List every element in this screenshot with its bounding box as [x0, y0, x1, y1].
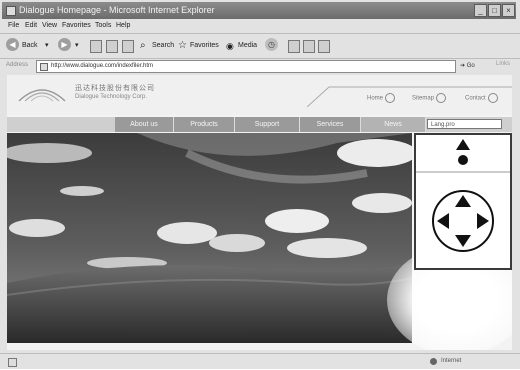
company-name-cn: 迅达科技股份有限公司 — [75, 85, 155, 92]
close-button[interactable]: × — [502, 4, 515, 17]
status-bar: Internet — [0, 353, 520, 370]
sitemap-ring-icon — [436, 93, 447, 103]
dot-icon[interactable] — [458, 155, 468, 165]
internet-globe-icon — [430, 358, 437, 365]
page-status-icon — [8, 358, 17, 367]
nav-about-us[interactable]: About us — [115, 117, 174, 132]
stop-icon[interactable] — [90, 40, 102, 53]
security-zone: Internet — [441, 358, 462, 364]
menu-help[interactable]: Help — [116, 19, 130, 33]
ptz-control-panel — [414, 133, 512, 270]
ptz-controls — [416, 139, 510, 252]
history-icon[interactable]: ◷ — [265, 38, 278, 51]
search-button[interactable]: Search — [152, 39, 174, 53]
site-nav: About us Products Support Services News … — [7, 117, 512, 132]
toolbar: ◀ Back ▾ ▶ ▾ ⌕ Search ☆ Favorites ◉ Medi… — [0, 33, 520, 59]
company-name-en: Dialogue Technology Corp. — [75, 94, 147, 100]
nav-services[interactable]: Services — [300, 117, 361, 132]
address-bar: Address http://www.dialogue.com/indexfil… — [0, 58, 520, 74]
go-button[interactable]: ➔ Go — [460, 61, 482, 71]
home-link-label: Home — [367, 95, 384, 102]
search-icon[interactable]: ⌕ — [140, 39, 146, 53]
contact-ring-icon — [487, 93, 498, 103]
menu-edit[interactable]: Edit — [25, 19, 37, 33]
edit-icon[interactable] — [318, 40, 330, 53]
menu-tools[interactable]: Tools — [95, 19, 111, 33]
camera-view-image — [7, 133, 412, 343]
company-logo — [18, 89, 66, 102]
home-link[interactable]: Home — [367, 93, 396, 103]
site-header: 迅达科技股份有限公司 Dialogue Technology Corp. Hom… — [7, 75, 512, 115]
mail-icon[interactable] — [288, 40, 300, 53]
contact-link-label: Contact — [465, 95, 486, 102]
print-icon[interactable] — [303, 40, 315, 53]
page-icon — [40, 63, 48, 71]
favorites-button[interactable]: Favorites — [190, 39, 219, 53]
sitemap-link-label: Sitemap — [412, 95, 435, 102]
address-label: Address — [6, 62, 29, 68]
sitemap-link[interactable]: Sitemap — [412, 93, 447, 103]
home-ring-icon — [385, 93, 396, 103]
forward-arrow-icon[interactable]: ▶ — [58, 38, 71, 51]
go-arrow-icon: ➔ — [460, 63, 466, 69]
favorites-star-icon[interactable]: ☆ — [178, 39, 187, 53]
nav-products[interactable]: Products — [174, 117, 235, 132]
ie-icon — [6, 6, 16, 16]
contact-link[interactable]: Contact — [465, 93, 498, 103]
back-arrow-icon[interactable]: ◀ — [6, 38, 19, 51]
menu-favorites[interactable]: Favorites — [62, 19, 91, 33]
dpad-left-icon[interactable] — [437, 213, 449, 229]
menu-bar: File Edit View Favorites Tools Help — [0, 19, 520, 33]
media-icon[interactable]: ◉ — [226, 39, 234, 53]
media-button[interactable]: Media — [238, 39, 257, 53]
home-icon[interactable] — [122, 40, 134, 53]
back-button[interactable]: Back — [22, 39, 38, 53]
nav-support[interactable]: Support — [235, 117, 300, 132]
forward-dropdown-icon[interactable]: ▾ — [75, 39, 79, 53]
links-button[interactable]: Links — [496, 61, 510, 67]
menu-view[interactable]: View — [42, 19, 57, 33]
back-dropdown-icon[interactable]: ▾ — [45, 39, 49, 53]
dpad-down-icon[interactable] — [455, 235, 471, 247]
browser-window: Dialogue Homepage - Microsoft Internet E… — [0, 0, 520, 369]
window-title: Dialogue Homepage - Microsoft Internet E… — [19, 5, 215, 15]
menu-file[interactable]: File — [8, 19, 19, 33]
minimize-button[interactable]: _ — [474, 4, 487, 17]
address-input[interactable]: http://www.dialogue.com/indexfiler.htm — [36, 60, 456, 73]
maximize-button[interactable]: □ — [488, 4, 501, 17]
go-label: Go — [466, 63, 475, 69]
up-arrow-icon[interactable] — [456, 139, 470, 150]
dpad-up-icon[interactable] — [455, 195, 471, 207]
title-bar: Dialogue Homepage - Microsoft Internet E… — [2, 2, 516, 19]
site-search-input[interactable]: Lang.pro — [427, 119, 502, 129]
refresh-icon[interactable] — [106, 40, 118, 53]
address-url: http://www.dialogue.com/indexfiler.htm — [51, 63, 154, 69]
nav-news[interactable]: News — [361, 117, 426, 132]
web-content: 迅达科技股份有限公司 Dialogue Technology Corp. Hom… — [7, 75, 512, 350]
dpad-right-icon[interactable] — [477, 213, 489, 229]
